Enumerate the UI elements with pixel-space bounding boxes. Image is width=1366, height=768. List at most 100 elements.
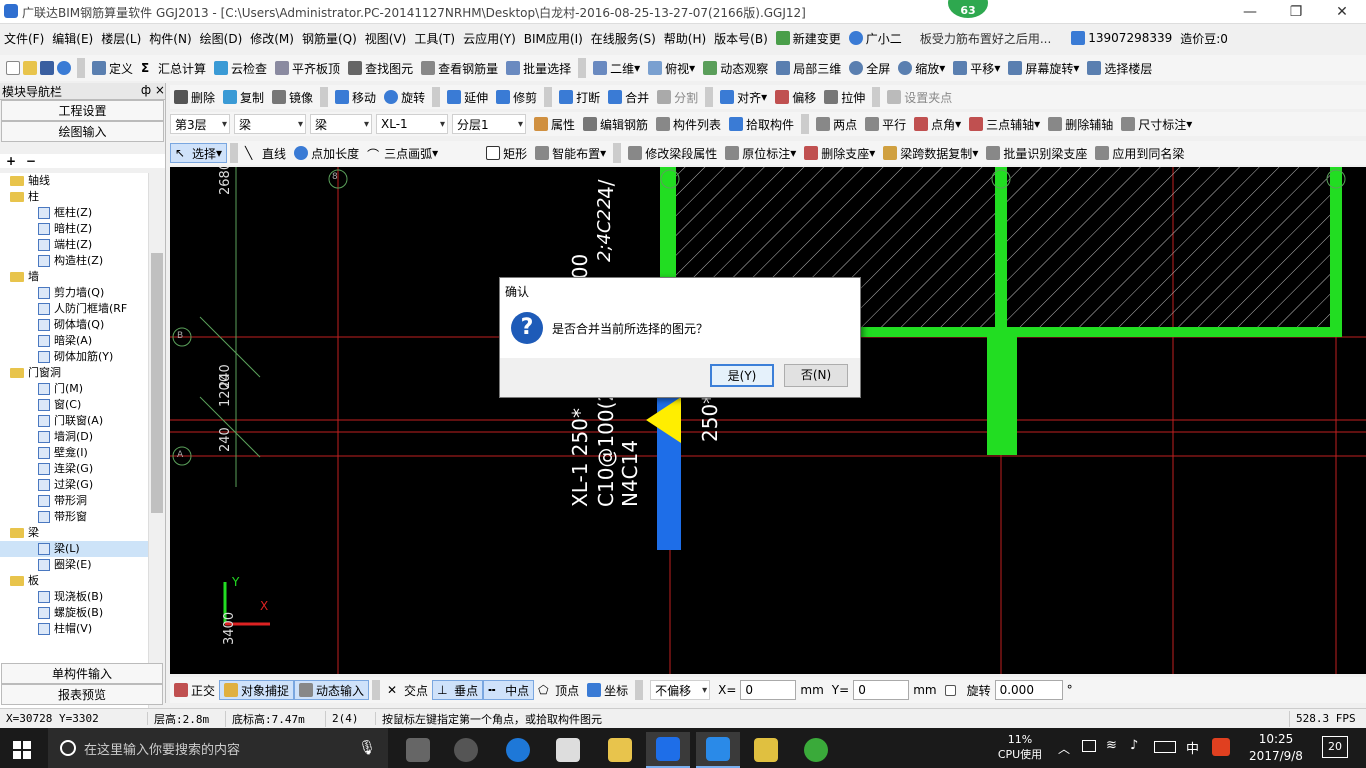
tree-item[interactable]: 过梁(G): [0, 477, 148, 493]
tb-apply-same[interactable]: 应用到同名梁: [1091, 143, 1188, 163]
tree-folder[interactable]: 梁: [0, 525, 148, 541]
drawing-input-button[interactable]: 绘图输入: [1, 121, 164, 142]
tb-rectangle[interactable]: 矩形: [482, 143, 531, 163]
taskbar-app-2[interactable]: [696, 732, 740, 768]
menu-draw[interactable]: 绘图(D): [196, 28, 247, 48]
rotate-input[interactable]: 0.000: [994, 680, 1063, 700]
vertex-toggle[interactable]: ⬠ 顶点: [534, 680, 583, 700]
taskbar-app-1[interactable]: [444, 732, 488, 768]
cpu-meter[interactable]: 11% CPU使用: [990, 732, 1050, 762]
tray-device-icon[interactable]: [1082, 740, 1096, 752]
taskbar-taskview[interactable]: [396, 732, 440, 768]
tb-select-floor[interactable]: 选择楼层: [1083, 58, 1156, 78]
tb-fullscreen[interactable]: 全屏: [845, 58, 894, 78]
tb-batch-support[interactable]: 批量识别梁支座: [982, 143, 1091, 163]
menu-tools[interactable]: 工具(T): [410, 28, 459, 48]
expand-toggle-icon[interactable]: [10, 368, 24, 378]
expand-toggle-icon[interactable]: [10, 192, 24, 202]
tb-local-3d[interactable]: 局部三维: [772, 58, 845, 78]
tree-item[interactable]: 砌体加筋(Y): [0, 349, 148, 365]
scroll-thumb[interactable]: [151, 253, 163, 513]
x-input[interactable]: 0: [740, 680, 797, 700]
ime-indicator[interactable]: 中: [1186, 738, 1199, 757]
expand-toggle-icon[interactable]: [10, 576, 24, 586]
taskbar-edge[interactable]: [496, 732, 540, 768]
tb-mirror[interactable]: 镜像: [268, 87, 317, 107]
tree-item[interactable]: 剪力墙(Q): [0, 285, 148, 301]
collapse-all-icon[interactable]: −: [26, 154, 36, 168]
tree-item[interactable]: 螺旋板(B): [0, 605, 148, 621]
menu-rebar[interactable]: 钢筋量(Q): [298, 28, 361, 48]
tree-folder[interactable]: 板: [0, 573, 148, 589]
menu-help[interactable]: 帮助(H): [660, 28, 710, 48]
minimize-button[interactable]: —: [1230, 2, 1270, 22]
tb-batch-select[interactable]: 批量选择: [502, 58, 575, 78]
menu-version[interactable]: 版本号(B): [710, 28, 772, 48]
offset-select[interactable]: 不偏移: [650, 680, 711, 700]
tree-item[interactable]: 门联窗(A): [0, 413, 148, 429]
open-file-icon[interactable]: [23, 61, 37, 75]
tb-move[interactable]: 移动: [331, 87, 380, 107]
tb-delete-axis[interactable]: 删除辅轴: [1044, 114, 1117, 134]
dynamic-input-toggle[interactable]: 动态输入: [294, 680, 370, 700]
y-input[interactable]: 0: [853, 680, 910, 700]
ortho-toggle[interactable]: 正交: [170, 680, 219, 700]
tree-item[interactable]: 窗(C): [0, 397, 148, 413]
tb-zoom[interactable]: 缩放 ▾: [894, 58, 949, 78]
tb-align[interactable]: 对齐 ▾: [716, 87, 771, 107]
tree-item[interactable]: 门(M): [0, 381, 148, 397]
tree-item[interactable]: 现浇板(B): [0, 589, 148, 605]
tb-find[interactable]: 查找图元: [344, 58, 417, 78]
network-icon[interactable]: ≋: [1106, 738, 1117, 753]
tb-line[interactable]: ╲ 直线: [241, 143, 290, 163]
tb-split[interactable]: 分割: [653, 87, 702, 107]
tb-top-view[interactable]: 俯视 ▾: [644, 58, 699, 78]
tree-folder[interactable]: 墙: [0, 269, 148, 285]
sogou-icon[interactable]: [1212, 738, 1230, 756]
tree-item[interactable]: 柱帽(V): [0, 621, 148, 637]
drawing-canvas[interactable]: 8 B A X Y 2680 240 1200 240 3400 XL-1 25…: [170, 167, 1366, 674]
tree-scrollbar[interactable]: [148, 173, 164, 725]
sublayer-select[interactable]: 分层1: [452, 114, 526, 134]
expand-toggle-icon[interactable]: [10, 528, 24, 538]
member-select[interactable]: XL-1: [376, 114, 448, 134]
taskbar-ggj[interactable]: [646, 732, 690, 768]
tree-item[interactable]: 人防门框墙(RF: [0, 301, 148, 317]
tb-modify-span[interactable]: 修改梁段属性: [624, 143, 721, 163]
tree-item[interactable]: 壁龛(I): [0, 445, 148, 461]
tb-delete[interactable]: 删除: [170, 87, 219, 107]
tree-item[interactable]: 暗柱(Z): [0, 221, 148, 237]
tb-three-point-arc[interactable]: ⌒ 三点画弧 ▾: [363, 143, 442, 163]
tb-member-list[interactable]: 构件列表: [652, 114, 725, 134]
taskbar-app-3[interactable]: [744, 732, 788, 768]
menu-cloud[interactable]: 云应用(Y): [459, 28, 520, 48]
tree-folder[interactable]: 柱: [0, 189, 148, 205]
tb-orbit[interactable]: 动态观察: [699, 58, 772, 78]
menu-member[interactable]: 构件(N): [145, 28, 195, 48]
tb-two-points[interactable]: 两点: [812, 114, 861, 134]
midpoint-toggle[interactable]: ╍ 中点: [483, 680, 535, 700]
tb-point-length[interactable]: 点加长度: [290, 143, 363, 163]
tree-item[interactable]: 暗梁(A): [0, 333, 148, 349]
coordinate-toggle[interactable]: 坐标: [583, 680, 632, 700]
menu-modify[interactable]: 修改(M): [246, 28, 298, 48]
tb-align-slab[interactable]: 平齐板顶: [271, 58, 344, 78]
notification-center[interactable]: 20: [1322, 736, 1348, 758]
save-icon[interactable]: [40, 61, 54, 75]
category-select[interactable]: 梁: [234, 114, 306, 134]
tree-item[interactable]: 构造柱(Z): [0, 253, 148, 269]
menu-view[interactable]: 视图(V): [361, 28, 411, 48]
tb-cloud-check[interactable]: 云检查: [210, 58, 271, 78]
taskbar-explorer[interactable]: [598, 732, 642, 768]
tb-rotate-screen[interactable]: 屏幕旋转 ▾: [1004, 58, 1083, 78]
tb-three-point-axis[interactable]: 三点辅轴 ▾: [965, 114, 1044, 134]
single-member-input-button[interactable]: 单构件输入: [1, 663, 163, 684]
tb-extend[interactable]: 延伸: [443, 87, 492, 107]
expand-toggle-icon[interactable]: [10, 176, 24, 186]
tb-view-rebar[interactable]: 查看钢筋量: [417, 58, 502, 78]
report-preview-button[interactable]: 报表预览: [1, 684, 163, 705]
tray-chevron-icon[interactable]: ︿: [1058, 740, 1070, 757]
tree-folder[interactable]: 轴线: [0, 173, 148, 189]
keyboard-icon[interactable]: [1154, 741, 1176, 753]
menu-new-change[interactable]: 新建变更: [772, 28, 845, 48]
